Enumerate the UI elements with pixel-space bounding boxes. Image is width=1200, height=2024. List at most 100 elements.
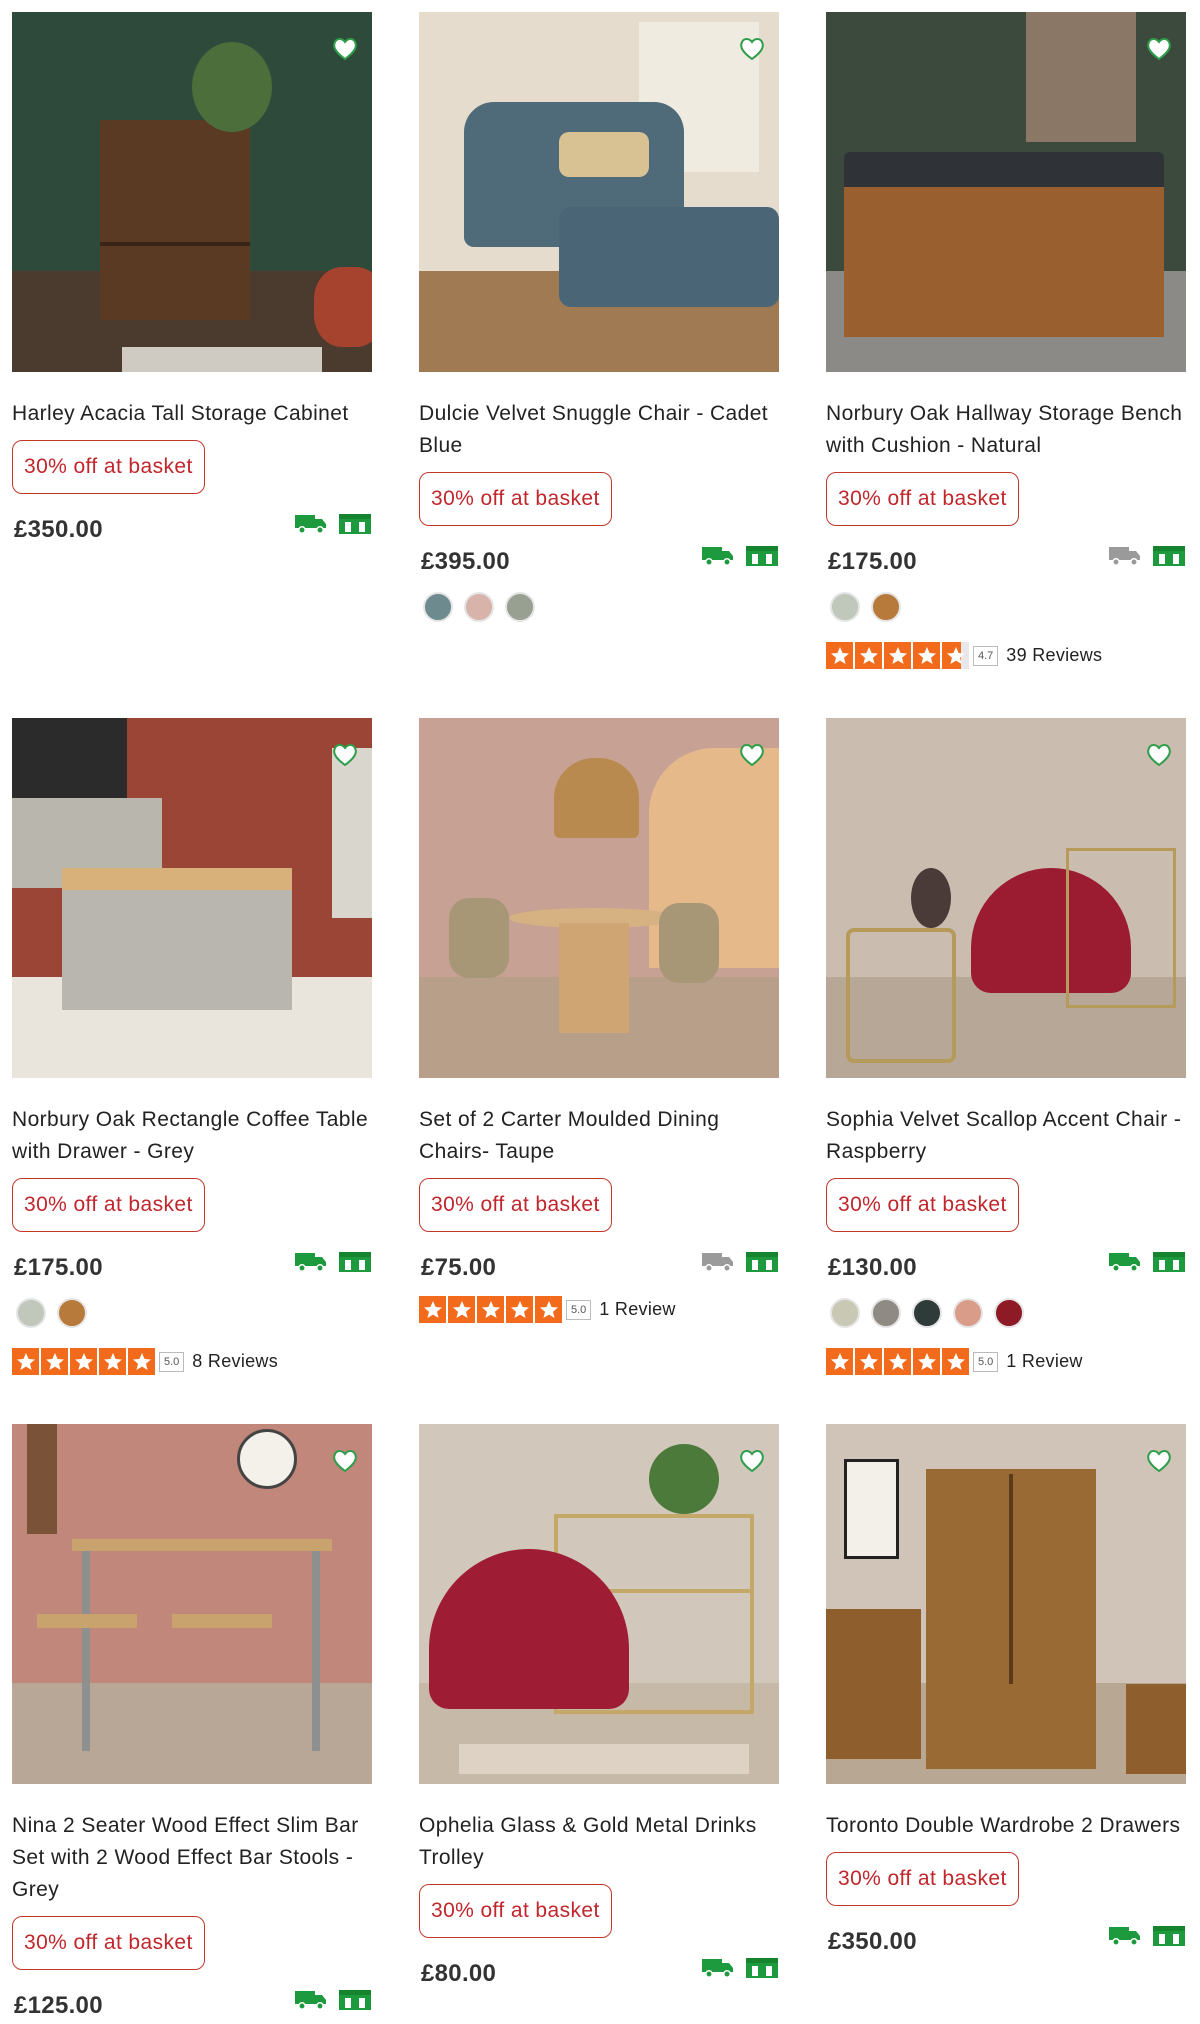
product-title[interactable]: Dulcie Velvet Snuggle Chair - Cadet Blue bbox=[419, 398, 779, 462]
product-card[interactable]: Norbury Oak Hallway Storage Bench with C… bbox=[826, 12, 1186, 718]
product-title[interactable]: Nina 2 Seater Wood Effect Slim Bar Set w… bbox=[12, 1810, 372, 1906]
product-price: £350.00 bbox=[828, 1928, 917, 1955]
product-card[interactable]: Sophia Velvet Scallop Accent Chair - Ras… bbox=[826, 718, 1186, 1424]
rating[interactable]: 4.7 39 Reviews bbox=[826, 642, 1186, 669]
colour-swatch[interactable] bbox=[830, 592, 860, 622]
star-half-icon bbox=[942, 642, 969, 669]
delivery-truck-icon bbox=[701, 1956, 735, 1985]
delivery-truck-icon bbox=[1108, 1250, 1142, 1279]
wishlist-heart-icon[interactable] bbox=[737, 1446, 767, 1476]
review-count[interactable]: 8 Reviews bbox=[192, 1351, 278, 1372]
product-card[interactable]: Toronto Double Wardrobe 2 Drawers 30% of… bbox=[826, 1424, 1186, 2024]
wishlist-heart-icon[interactable] bbox=[737, 34, 767, 64]
colour-swatch[interactable] bbox=[16, 1298, 46, 1328]
product-price: £175.00 bbox=[828, 548, 917, 575]
product-price: £130.00 bbox=[828, 1254, 917, 1281]
star-icon bbox=[506, 1296, 533, 1323]
offer-badge: 30% off at basket bbox=[12, 1916, 205, 1970]
colour-swatch[interactable] bbox=[953, 1298, 983, 1328]
product-title[interactable]: Ophelia Glass & Gold Metal Drinks Trolle… bbox=[419, 1810, 779, 1874]
colour-swatch[interactable] bbox=[464, 592, 494, 622]
product-card[interactable]: Dulcie Velvet Snuggle Chair - Cadet Blue… bbox=[419, 12, 779, 718]
wishlist-heart-icon[interactable] bbox=[330, 34, 360, 64]
wishlist-heart-icon[interactable] bbox=[330, 1446, 360, 1476]
product-image[interactable] bbox=[826, 718, 1186, 1078]
star-icon bbox=[913, 642, 940, 669]
click-and-collect-icon bbox=[338, 512, 372, 541]
offer-badge: 30% off at basket bbox=[419, 1178, 612, 1232]
product-title[interactable]: Toronto Double Wardrobe 2 Drawers bbox=[826, 1810, 1186, 1842]
product-card[interactable]: Nina 2 Seater Wood Effect Slim Bar Set w… bbox=[12, 1424, 372, 2024]
product-grid: Harley Acacia Tall Storage Cabinet 30% o… bbox=[12, 12, 1186, 2024]
product-card[interactable]: Harley Acacia Tall Storage Cabinet 30% o… bbox=[12, 12, 372, 718]
wishlist-heart-icon[interactable] bbox=[330, 740, 360, 770]
colour-swatch[interactable] bbox=[912, 1298, 942, 1328]
star-icon bbox=[826, 1348, 853, 1375]
product-price: £125.00 bbox=[14, 1992, 103, 2019]
product-image[interactable] bbox=[12, 1424, 372, 1784]
offer-badge: 30% off at basket bbox=[12, 1178, 205, 1232]
product-card[interactable]: Norbury Oak Rectangle Coffee Table with … bbox=[12, 718, 372, 1424]
colour-swatches bbox=[419, 592, 779, 622]
product-price: £395.00 bbox=[421, 548, 510, 575]
product-image[interactable] bbox=[419, 718, 779, 1078]
product-price: £80.00 bbox=[421, 1960, 497, 1987]
product-image[interactable] bbox=[419, 12, 779, 372]
review-count[interactable]: 1 Review bbox=[1006, 1351, 1082, 1372]
offer-badge: 30% off at basket bbox=[12, 440, 205, 494]
product-card[interactable]: Ophelia Glass & Gold Metal Drinks Trolle… bbox=[419, 1424, 779, 2024]
review-count[interactable]: 1 Review bbox=[599, 1299, 675, 1320]
colour-swatch[interactable] bbox=[505, 592, 535, 622]
star-icon bbox=[855, 1348, 882, 1375]
product-image[interactable] bbox=[12, 12, 372, 372]
star-icon bbox=[913, 1348, 940, 1375]
product-title[interactable]: Harley Acacia Tall Storage Cabinet bbox=[12, 398, 372, 430]
product-title[interactable]: Sophia Velvet Scallop Accent Chair - Ras… bbox=[826, 1104, 1186, 1168]
colour-swatch[interactable] bbox=[871, 592, 901, 622]
product-card[interactable]: Set of 2 Carter Moulded Dining Chairs- T… bbox=[419, 718, 779, 1424]
product-title[interactable]: Norbury Oak Hallway Storage Bench with C… bbox=[826, 398, 1186, 462]
product-price: £350.00 bbox=[14, 516, 103, 543]
click-and-collect-icon bbox=[338, 1250, 372, 1279]
product-image[interactable] bbox=[826, 12, 1186, 372]
star-icon bbox=[41, 1348, 68, 1375]
product-title[interactable]: Set of 2 Carter Moulded Dining Chairs- T… bbox=[419, 1104, 779, 1168]
wishlist-heart-icon[interactable] bbox=[1144, 34, 1174, 64]
click-and-collect-icon bbox=[1152, 1250, 1186, 1279]
rating[interactable]: 5.0 8 Reviews bbox=[12, 1348, 372, 1375]
wishlist-heart-icon[interactable] bbox=[737, 740, 767, 770]
delivery-truck-icon bbox=[701, 544, 735, 573]
product-image[interactable] bbox=[12, 718, 372, 1078]
star-icon bbox=[535, 1296, 562, 1323]
star-icon bbox=[884, 642, 911, 669]
product-price: £175.00 bbox=[14, 1254, 103, 1281]
colour-swatches bbox=[826, 592, 1186, 622]
colour-swatches bbox=[12, 1298, 372, 1328]
star-icon bbox=[128, 1348, 155, 1375]
product-title[interactable]: Norbury Oak Rectangle Coffee Table with … bbox=[12, 1104, 372, 1168]
delivery-truck-icon bbox=[1108, 544, 1142, 573]
wishlist-heart-icon[interactable] bbox=[1144, 1446, 1174, 1476]
offer-badge: 30% off at basket bbox=[826, 472, 1019, 526]
rating[interactable]: 5.0 1 Review bbox=[826, 1348, 1186, 1375]
star-icon bbox=[70, 1348, 97, 1375]
colour-swatch[interactable] bbox=[57, 1298, 87, 1328]
click-and-collect-icon bbox=[745, 1250, 779, 1279]
review-count[interactable]: 39 Reviews bbox=[1006, 645, 1102, 666]
colour-swatch[interactable] bbox=[423, 592, 453, 622]
colour-swatch[interactable] bbox=[871, 1298, 901, 1328]
wishlist-heart-icon[interactable] bbox=[1144, 740, 1174, 770]
click-and-collect-icon bbox=[1152, 544, 1186, 573]
click-and-collect-icon bbox=[338, 1988, 372, 2017]
product-image[interactable] bbox=[826, 1424, 1186, 1784]
product-image[interactable] bbox=[419, 1424, 779, 1784]
star-icon bbox=[855, 642, 882, 669]
colour-swatch[interactable] bbox=[994, 1298, 1024, 1328]
colour-swatch[interactable] bbox=[830, 1298, 860, 1328]
delivery-truck-icon bbox=[1108, 1924, 1142, 1953]
star-icon bbox=[477, 1296, 504, 1323]
click-and-collect-icon bbox=[745, 544, 779, 573]
star-icon bbox=[448, 1296, 475, 1323]
rating[interactable]: 5.0 1 Review bbox=[419, 1296, 779, 1323]
click-and-collect-icon bbox=[745, 1956, 779, 1985]
